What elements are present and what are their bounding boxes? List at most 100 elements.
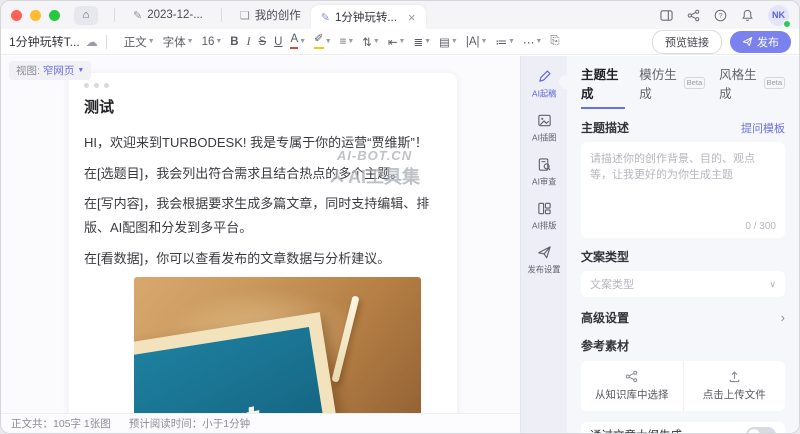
- copy-type-select[interactable]: 文案类型 ∨: [581, 271, 785, 297]
- paragraph-spacing-button[interactable]: ≣▼: [410, 33, 434, 51]
- font-size-select[interactable]: 16▼: [199, 34, 226, 50]
- document-title[interactable]: 测试: [84, 96, 442, 117]
- tab-topic-generation[interactable]: 主题生成: [581, 64, 625, 109]
- rail-item-ai-draft[interactable]: AI起稿: [521, 62, 567, 106]
- tab-imitation-generation[interactable]: 模仿生成 Beta: [639, 64, 705, 107]
- letter-spacing-button[interactable]: |A|▼: [463, 34, 491, 50]
- chevron-down-icon: ▼: [215, 38, 222, 45]
- chevron-right-icon: ›: [781, 310, 785, 325]
- knowledge-nodes-icon: [625, 370, 638, 383]
- rail-item-ai-layout[interactable]: AI排版: [521, 194, 567, 238]
- bold-button[interactable]: B: [227, 34, 241, 50]
- publish-button[interactable]: 发布: [730, 31, 791, 53]
- rail-item-publish-settings[interactable]: 发布设置: [521, 238, 567, 282]
- document-paragraph[interactable]: 在[写内容]，我会根据要求生成多篇文章，同时支持编辑、排版、AI配图和分发到多平…: [84, 192, 442, 239]
- align-button[interactable]: ≡▼: [337, 34, 358, 50]
- chevron-down-icon: ∨: [769, 279, 776, 290]
- chevron-down-icon: ▼: [347, 38, 354, 45]
- window-controls: [11, 10, 60, 21]
- font-family-select[interactable]: 字体▼: [160, 32, 197, 52]
- paper-plane-icon: [742, 36, 753, 47]
- view-mode-chip[interactable]: 视图: 窄网页 ▼: [9, 61, 91, 80]
- document-paragraph[interactable]: HI，欢迎来到TURBODESK! 我是专属于你的运营“贾维斯”！: [84, 131, 442, 155]
- close-tab-icon[interactable]: ×: [408, 10, 416, 25]
- tab-style-generation[interactable]: 风格生成 Beta: [719, 64, 785, 107]
- chevron-down-icon: ▼: [299, 38, 306, 45]
- beta-badge: Beta: [684, 77, 705, 90]
- folder-icon: ❏: [240, 9, 250, 22]
- strikethrough-button[interactable]: S: [255, 34, 269, 50]
- highlighter-icon: ✐: [314, 34, 324, 49]
- avatar-initials: NK: [772, 10, 785, 20]
- clipboard-icon: ⎘: [550, 35, 559, 48]
- formatting-toolbar: 1分钟玩转T... ☁ 正文▼ 字体▼ 16▼ B I S U A▼ ✐▼ ≡▼…: [1, 29, 799, 55]
- rail-item-ai-illustration[interactable]: AI插图: [521, 106, 567, 150]
- advanced-settings-row[interactable]: 高级设置 ›: [581, 309, 785, 326]
- select-from-knowledge-base-button[interactable]: 从知识库中选择: [581, 361, 683, 411]
- editor-canvas: 视图: 窄网页 ▼ 测试 HI，欢迎来到TURBODESK! 我是专属于你的运营…: [1, 56, 520, 433]
- italic-button[interactable]: I: [244, 34, 254, 50]
- zoom-window-button[interactable]: [49, 10, 60, 21]
- tab-recent-doc[interactable]: ✎ 2023-12-...: [123, 1, 213, 29]
- tab-label: 我的创作: [255, 7, 301, 23]
- question-template-link[interactable]: 提问模板: [741, 120, 785, 136]
- line-height-button[interactable]: ⇅▼: [359, 33, 383, 51]
- online-status-dot: [783, 20, 791, 28]
- titlebar: ⌂ ✎ 2023-12-... ❏ 我的创作 ✎ 1分钟玩转... × ?: [1, 1, 799, 29]
- svg-text:?: ?: [719, 12, 723, 19]
- bell-icon[interactable]: [741, 9, 754, 22]
- beta-badge: Beta: [764, 77, 785, 90]
- chevron-down-icon: ▼: [508, 38, 515, 45]
- close-window-button[interactable]: [11, 10, 22, 21]
- topic-textarea-card: 0 / 300: [581, 142, 785, 238]
- margin-button[interactable]: ▤▼: [436, 33, 461, 51]
- inline-image-start[interactable]: Start.: [134, 277, 421, 433]
- clipboard-button[interactable]: ⎘: [547, 33, 562, 50]
- chevron-down-icon: ▼: [535, 38, 542, 45]
- highlight-button[interactable]: ✐▼: [311, 32, 335, 51]
- indent-button[interactable]: ⇤▼: [385, 33, 409, 51]
- chevron-down-icon: ▼: [399, 38, 406, 45]
- paper-plane-icon: [537, 245, 552, 260]
- outline-toggle[interactable]: [746, 427, 776, 433]
- generation-tabs: 主题生成 模仿生成 Beta 风格生成 Beta: [581, 64, 785, 109]
- chevron-down-icon: ▼: [187, 38, 194, 45]
- tab-current-doc[interactable]: ✎ 1分钟玩转... ×: [311, 5, 426, 29]
- ai-tools-rail: AI起稿 AI插图 AI审查 AI排版 发布设置: [520, 56, 567, 433]
- app-window: ⌂ ✎ 2023-12-... ❏ 我的创作 ✎ 1分钟玩转... × ?: [0, 0, 800, 434]
- upload-file-button[interactable]: 点击上传文件: [683, 361, 786, 411]
- document-paragraph[interactable]: 在[选题目]，我会列出符合需求且结合热点的多个主题。: [84, 162, 442, 186]
- copy-type-label: 文案类型: [581, 248, 785, 265]
- chevron-down-icon: ▼: [451, 38, 458, 45]
- help-icon[interactable]: ?: [714, 9, 727, 22]
- underline-button[interactable]: U: [271, 34, 285, 50]
- align-left-icon: ≡: [340, 36, 347, 48]
- status-bar: 正文共：105字 1张图 预计阅读时间：小于1分钟: [1, 413, 520, 433]
- sidebar-toggle-icon[interactable]: [660, 9, 673, 22]
- reference-material-card: 从知识库中选择 点击上传文件: [581, 361, 785, 411]
- topic-description-input[interactable]: [581, 142, 785, 216]
- chevron-down-icon: ▼: [373, 38, 380, 45]
- toolbar-controls: 正文▼ 字体▼ 16▼ B I S U A▼ ✐▼ ≡▼ ⇅▼ ⇤▼ ≣▼ ▤▼…: [121, 32, 563, 52]
- divider: [106, 35, 107, 49]
- chevron-down-icon: ▼: [148, 38, 155, 45]
- home-button[interactable]: ⌂: [74, 6, 98, 25]
- list-button[interactable]: ≔▼: [492, 33, 517, 51]
- tab-my-creations[interactable]: ❏ 我的创作: [230, 1, 311, 29]
- rail-item-ai-review[interactable]: AI审查: [521, 150, 567, 194]
- indent-icon: ⇤: [388, 35, 398, 49]
- share-nodes-icon[interactable]: [687, 9, 700, 22]
- avatar[interactable]: NK: [768, 5, 789, 26]
- font-color-button[interactable]: A▼: [287, 32, 309, 51]
- chevron-down-icon: ▼: [77, 67, 84, 74]
- more-button[interactable]: ⋯▼: [520, 33, 545, 51]
- minimize-window-button[interactable]: [30, 10, 41, 21]
- document-page[interactable]: 测试 HI，欢迎来到TURBODESK! 我是专属于你的运营“贾维斯”！ 在[选…: [69, 73, 457, 433]
- document-paragraph[interactable]: 在[看数据]，你可以查看发布的文章数据与分析建议。: [84, 247, 442, 271]
- preview-link-button[interactable]: 预览链接: [652, 30, 722, 54]
- paragraph-style-select[interactable]: 正文▼: [121, 32, 158, 52]
- topic-description-label: 主题描述: [581, 119, 629, 136]
- char-counter: 0 / 300: [581, 221, 785, 238]
- document-search-icon: [537, 157, 552, 172]
- view-chip-label: 视图:: [16, 63, 40, 78]
